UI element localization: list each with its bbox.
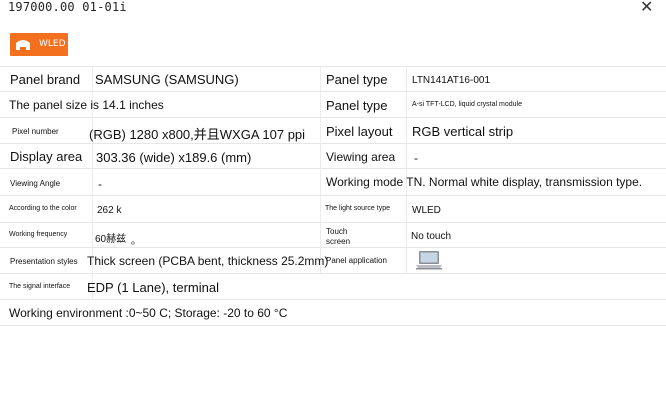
label-panel-type: Panel type: [326, 72, 388, 87]
row-divider: [0, 247, 666, 248]
value-viewing-area: -: [414, 151, 418, 165]
value-pixel-number: (RGB) 1280 x800,并且WXGA 107 ppi: [89, 127, 306, 142]
label-panel-type-2: Panel type: [326, 98, 388, 113]
row-divider: [0, 143, 666, 144]
title-bar: 197000.00 01-01i ✕: [0, 0, 666, 22]
label-presentation-styles: Presentation styles: [10, 257, 78, 266]
row-divider: [0, 66, 666, 67]
label-display-area: Display area: [10, 149, 83, 164]
row-divider: [0, 299, 666, 300]
label-color: According to the color: [9, 205, 77, 212]
row-divider: [0, 325, 666, 326]
logo-text: WLED: [39, 39, 66, 49]
value-working-frequency-mark: 。: [131, 236, 141, 247]
value-signal-interface: EDP (1 Lane), terminal: [87, 280, 219, 295]
laptop-icon: [416, 251, 442, 270]
row-divider: [0, 117, 666, 118]
row-divider: [0, 91, 666, 92]
value-working-frequency: 60赫兹: [95, 234, 127, 245]
column-divider: [406, 66, 407, 273]
value-pixel-layout: RGB vertical strip: [412, 124, 514, 139]
monitor-icon: [16, 40, 30, 50]
value-viewing-angle: -: [98, 177, 102, 191]
label-viewing-area: Viewing area: [326, 150, 396, 164]
label-screen: screen: [326, 237, 351, 246]
working-mode-text: Working mode TN. Normal white display, t…: [326, 175, 643, 189]
label-panel-application: Panel application: [326, 256, 387, 265]
row-divider: [0, 195, 666, 196]
value-light-source: WLED: [412, 205, 441, 216]
label-pixel-number: Pixel number: [12, 127, 59, 136]
label-pixel-layout: Pixel layout: [326, 124, 393, 139]
label-light-source: The light source type: [325, 205, 390, 212]
column-divider: [320, 66, 321, 273]
row-divider: [0, 273, 666, 274]
label-working-frequency: Working frequency: [9, 231, 68, 238]
label-viewing-angle: Viewing Angle: [10, 179, 61, 188]
wled-logo: WLED: [10, 33, 68, 56]
row-divider: [0, 168, 666, 169]
value-panel-brand: SAMSUNG (SAMSUNG): [95, 72, 239, 87]
window-title: 197000.00 01-01i: [8, 0, 127, 14]
label-signal-interface: The signal interface: [9, 283, 71, 290]
value-touch-screen: No touch: [411, 231, 452, 242]
working-environment-text: Working environment :0~50 C; Storage: -2…: [9, 306, 288, 320]
close-icon[interactable]: ✕: [640, 0, 653, 17]
label-panel-brand: Panel brand: [10, 72, 81, 87]
value-panel-type: LTN141AT16-001: [412, 75, 491, 86]
label-touch: Touch: [326, 227, 348, 236]
label-panel-size: The panel size is 14.1 inches: [9, 98, 164, 112]
row-divider: [0, 222, 666, 223]
value-panel-type-2: A-si TFT-LCD, liquid crystal module: [412, 101, 522, 108]
value-color: 262 k: [97, 205, 122, 216]
value-display-area: 303.36 (wide) x189.6 (mm): [96, 150, 252, 165]
value-presentation-styles: Thick screen (PCBA bent, thickness 25.2m…: [87, 254, 329, 268]
